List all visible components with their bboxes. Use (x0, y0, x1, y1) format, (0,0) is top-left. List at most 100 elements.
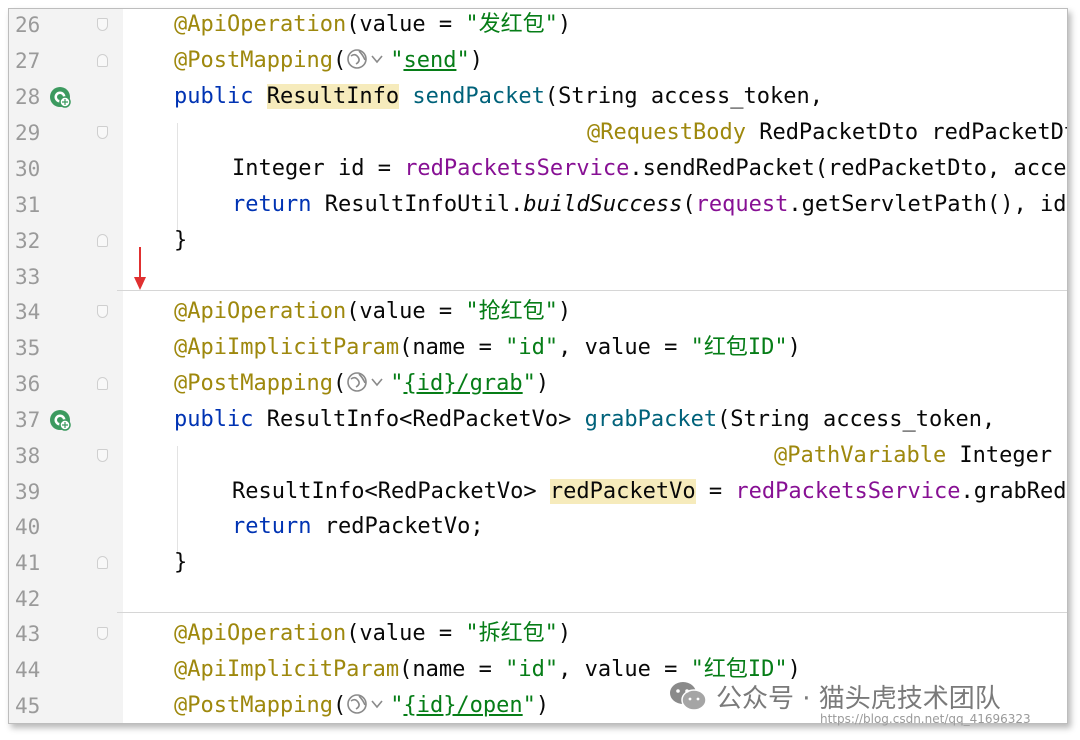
code-text: } (174, 228, 188, 253)
fold-marker-icon[interactable] (97, 377, 108, 390)
fold-marker-icon[interactable] (97, 556, 108, 569)
line-number: 39 (15, 480, 41, 504)
line-number: 29 (15, 121, 41, 145)
code-text: " (390, 48, 404, 73)
code-text: (String access_token, (544, 84, 824, 109)
highlighted-type: ResultInfo (266, 84, 400, 109)
code-line: 34 @ApiOperation(value = "抢红包") (9, 294, 1067, 330)
code-line: 33 (9, 259, 1067, 295)
code-text: (value = (346, 12, 466, 37)
fold-marker-icon[interactable] (97, 126, 108, 139)
line-number: 40 (15, 515, 41, 539)
code-text: ( (332, 48, 347, 73)
code-text: (name = (399, 335, 506, 360)
code-text: (String access_token, (717, 407, 996, 432)
code-line: 40 return redPacketVo; (9, 509, 1067, 545)
url-link[interactable]: send (403, 48, 456, 73)
watermark: 公众号 · 猫头虎技术团队 (668, 676, 1001, 716)
string-literal: "拆红包" (465, 621, 558, 646)
field-reference: redPacketsService (735, 479, 961, 504)
line-number: 35 (15, 336, 41, 360)
fold-marker-icon[interactable] (97, 18, 108, 31)
code-line: 41 } (9, 545, 1067, 581)
annotation: @RequestBody (587, 120, 746, 145)
line-number: 44 (15, 658, 41, 682)
code-text: ( (332, 371, 347, 396)
code-text: " (522, 693, 536, 718)
highlighted-variable: redPacketVo (549, 479, 696, 504)
fold-marker-icon[interactable] (97, 305, 108, 318)
field-reference: request (695, 192, 789, 217)
line-number: 41 (15, 551, 41, 575)
keyword: return (232, 192, 325, 217)
code-text: .grabRedPacket(id, access_token); (960, 479, 1068, 504)
annotation: @ApiOperation (174, 621, 347, 646)
url-globe-icon[interactable] (346, 371, 390, 393)
code-line: 43 @ApiOperation(value = "拆红包") (9, 616, 1067, 652)
spring-endpoint-icon[interactable] (49, 86, 71, 108)
code-text: (name = (399, 657, 506, 682)
code-line: 29 @RequestBody RedPacketDto redPacketDt… (9, 115, 1067, 151)
code-line: 35 @ApiImplicitParam(name = "id", value … (9, 330, 1067, 366)
fold-marker-icon[interactable] (97, 627, 108, 640)
code-text: Integer id) { (959, 443, 1067, 468)
code-text: ResultInfo<RedPacketVo> (232, 479, 550, 504)
static-method: buildSuccess (523, 192, 683, 217)
line-number: 34 (15, 300, 41, 324)
line-number: 31 (15, 193, 41, 217)
line-number: 43 (15, 622, 41, 646)
keyword: public (174, 84, 267, 109)
string-literal: "红包ID" (690, 335, 788, 360)
code-line: 28 public ResultInfo sendPacket(String a… (9, 79, 1067, 115)
code-text: } (174, 550, 188, 575)
code-text: ) (557, 12, 572, 37)
fold-marker-icon[interactable] (97, 234, 108, 247)
line-number: 42 (15, 587, 41, 611)
code-line: 30 Integer id = redPacketsService.sendRe… (9, 151, 1067, 187)
annotation: @ApiImplicitParam (174, 657, 400, 682)
keyword: public (174, 407, 267, 432)
annotation: @PostMapping (174, 371, 333, 396)
code-text: " (390, 693, 404, 718)
line-number: 26 (15, 13, 41, 37)
code-line: 42 (9, 581, 1067, 617)
string-literal: "id" (505, 657, 559, 682)
line-number: 37 (15, 408, 41, 432)
code-editor: 26 @ApiOperation(value = "发红包") 27 @Post… (8, 8, 1068, 724)
code-text: ResultInfoUtil. (324, 192, 524, 217)
field-reference: redPacketsService (404, 156, 630, 181)
line-number: 38 (15, 444, 41, 468)
code-text: .getServletPath(), id); (788, 192, 1068, 217)
url-globe-icon[interactable] (346, 48, 390, 70)
annotation: @PathVariable (774, 443, 947, 468)
url-globe-icon[interactable] (346, 693, 390, 715)
code-text: " (390, 371, 404, 396)
code-text: ) (557, 299, 572, 324)
code-line: 27 @PostMapping("send") (9, 43, 1067, 79)
code-text: RedPacketDto redPacketDto (745, 120, 1068, 145)
fold-marker-icon[interactable] (97, 449, 108, 462)
method-name: grabPacket (584, 407, 718, 432)
line-number: 30 (15, 157, 41, 181)
code-text: ( (682, 192, 696, 217)
code-text: ( (332, 693, 347, 718)
annotation: @ApiOperation (174, 12, 347, 37)
line-number: 36 (15, 372, 41, 396)
code-text: ) (787, 335, 801, 360)
watermark-url: https://blog.csdn.net/qq_41696323 (820, 712, 1031, 726)
code-text: (value = (346, 621, 466, 646)
string-literal: "抢红包" (465, 299, 558, 324)
code-line: 32 } (9, 223, 1067, 259)
code-text: ) (535, 693, 550, 718)
line-number: 45 (15, 694, 41, 718)
spring-endpoint-icon[interactable] (49, 409, 71, 431)
code-line: 26 @ApiOperation(value = "发红包") (9, 9, 1067, 43)
keyword: return (232, 514, 325, 539)
annotation: @ApiOperation (174, 299, 347, 324)
fold-marker-icon[interactable] (97, 54, 108, 67)
url-link[interactable]: {id}/grab (403, 371, 522, 396)
code-line: 31 return ResultInfoUtil.buildSuccess(re… (9, 187, 1067, 223)
url-link[interactable]: {id}/open (403, 693, 522, 718)
wechat-icon (670, 682, 707, 711)
